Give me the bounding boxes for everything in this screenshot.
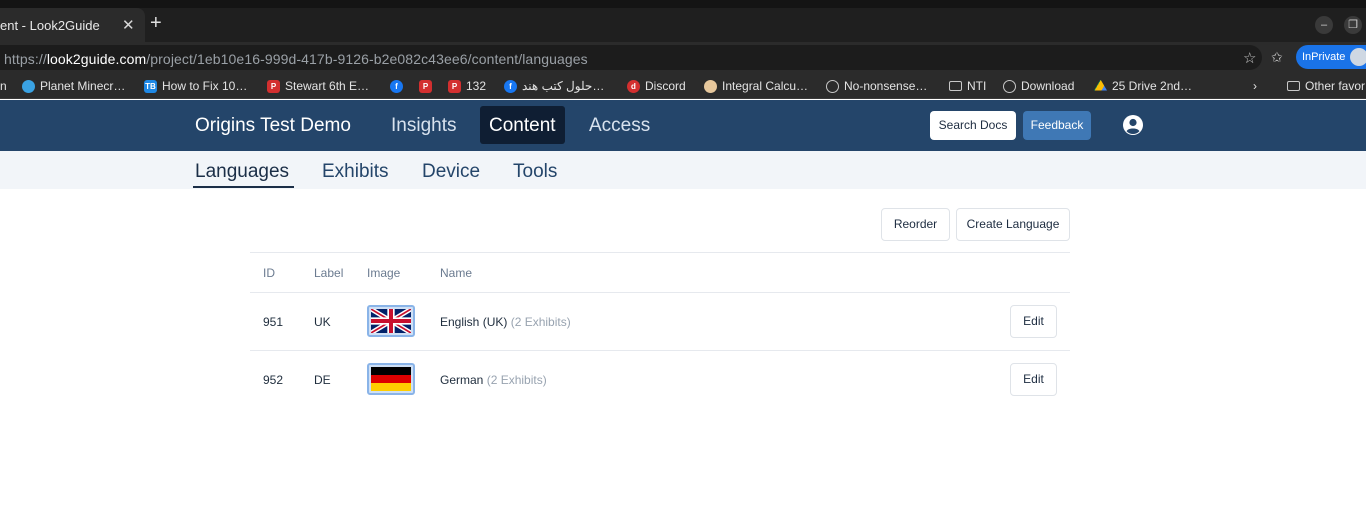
table-top-border — [250, 252, 1070, 253]
inprivate-label: InPrivate — [1302, 51, 1346, 63]
reorder-button[interactable]: Reorder — [881, 208, 950, 241]
close-icon[interactable]: ✕ — [122, 16, 135, 34]
bookmark-item[interactable]: f — [390, 78, 403, 94]
browser-top-edge — [0, 0, 1366, 8]
nav-content[interactable]: Content — [480, 106, 565, 144]
bookmark-cut-icon[interactable]: n — [0, 78, 7, 94]
new-tab-icon[interactable]: + — [150, 13, 162, 33]
user-account-icon[interactable] — [1122, 114, 1144, 136]
browser-tab[interactable]: ent - Look2Guide ✕ — [0, 8, 145, 42]
exhibit-count: (2 Exhibits) — [510, 315, 571, 329]
facebook-icon: f — [390, 79, 403, 93]
bookmark-item[interactable]: f حلول كتب هند… — [504, 78, 604, 94]
bookmarks-bar: n Planet Minecr… TB How to Fix 10… P Stewa… — [0, 72, 1366, 99]
globe-icon — [1003, 79, 1016, 93]
nav-insights[interactable]: Insights — [391, 115, 456, 137]
bookmark-item[interactable]: TB How to Fix 10… — [144, 78, 247, 94]
bookmark-item[interactable]: Other favor — [1287, 78, 1365, 94]
pdf-icon: P — [448, 79, 461, 93]
cell-label: UK — [314, 315, 331, 329]
search-docs-button[interactable]: Search Docs — [930, 111, 1016, 140]
create-language-button[interactable]: Create Language — [956, 208, 1070, 241]
feedback-button[interactable]: Feedback — [1023, 111, 1091, 140]
bookmark-item[interactable]: P Stewart 6th E… — [267, 78, 369, 94]
nav-access[interactable]: Access — [589, 115, 650, 137]
uk-flag-icon — [367, 305, 415, 337]
chevron-right-icon[interactable]: › — [1253, 78, 1257, 94]
url-text: https://look2guide.com/project/1eb10e16-… — [4, 51, 588, 67]
bookmark-item[interactable]: Planet Minecr… — [22, 78, 125, 94]
bookmark-item[interactable]: Integral Calcu… — [704, 78, 808, 94]
active-tab-indicator — [193, 186, 294, 188]
bookmark-item[interactable]: P 132 — [448, 78, 486, 94]
inprivate-button[interactable]: InPrivate — [1296, 45, 1366, 69]
bookmark-item[interactable]: P — [419, 78, 432, 94]
star-icon[interactable]: ☆ — [1243, 49, 1256, 67]
tab-exhibits[interactable]: Exhibits — [322, 161, 389, 183]
edit-button[interactable]: Edit — [1010, 305, 1057, 338]
exhibit-count: (2 Exhibits) — [486, 373, 547, 387]
table-header-divider — [250, 292, 1070, 293]
column-header-image: Image — [367, 266, 401, 280]
folder-icon — [1287, 81, 1300, 91]
bookmark-item[interactable]: d Discord — [627, 78, 686, 94]
discord-icon: d — [627, 79, 640, 93]
table-row-divider — [250, 350, 1070, 351]
favorites-icon[interactable]: ✩ — [1271, 49, 1283, 66]
calc-icon — [704, 79, 717, 93]
sub-navigation: Languages Exhibits Device Tools — [0, 151, 1366, 189]
bookmark-item[interactable]: No-nonsense… — [826, 78, 927, 94]
drive-icon — [1094, 79, 1107, 91]
profile-avatar-icon — [1350, 48, 1366, 66]
tab-tools[interactable]: Tools — [513, 161, 557, 183]
tab-device[interactable]: Device — [422, 161, 480, 183]
bookmark-item[interactable]: Download — [1003, 78, 1074, 94]
edit-button[interactable]: Edit — [1010, 363, 1057, 396]
address-bar: https://look2guide.com/project/1eb10e16-… — [0, 42, 1366, 72]
cell-label: DE — [314, 373, 331, 387]
column-header-id: ID — [263, 266, 275, 280]
tb-icon: TB — [144, 79, 157, 93]
url-field[interactable]: https://look2guide.com/project/1eb10e16-… — [0, 45, 1262, 70]
folder-icon — [949, 81, 962, 91]
browser-tab-title: ent - Look2Guide — [0, 18, 100, 33]
cell-name: German (2 Exhibits) — [440, 373, 547, 387]
cell-name: English (UK) (2 Exhibits) — [440, 315, 571, 329]
minimize-icon[interactable]: – — [1315, 16, 1333, 34]
germany-flag-icon — [367, 363, 415, 395]
cell-id: 951 — [263, 315, 284, 329]
column-header-label: Label — [314, 266, 344, 280]
brand-title[interactable]: Origins Test Demo — [195, 115, 351, 137]
column-header-name: Name — [440, 266, 473, 280]
site-header: Origins Test Demo Insights Content Acces… — [0, 100, 1366, 151]
facebook-icon: f — [504, 79, 517, 93]
tab-languages[interactable]: Languages — [195, 161, 289, 183]
restore-icon[interactable]: ❐ — [1344, 16, 1362, 34]
cell-id: 952 — [263, 373, 284, 387]
globe-icon — [22, 79, 35, 93]
pdf-icon: P — [267, 79, 280, 93]
bookmark-item[interactable]: 25 Drive 2nd… — [1094, 78, 1192, 94]
globe-icon — [826, 79, 839, 93]
bookmark-item[interactable]: NTI — [949, 78, 986, 94]
pdf-icon: P — [419, 79, 432, 93]
